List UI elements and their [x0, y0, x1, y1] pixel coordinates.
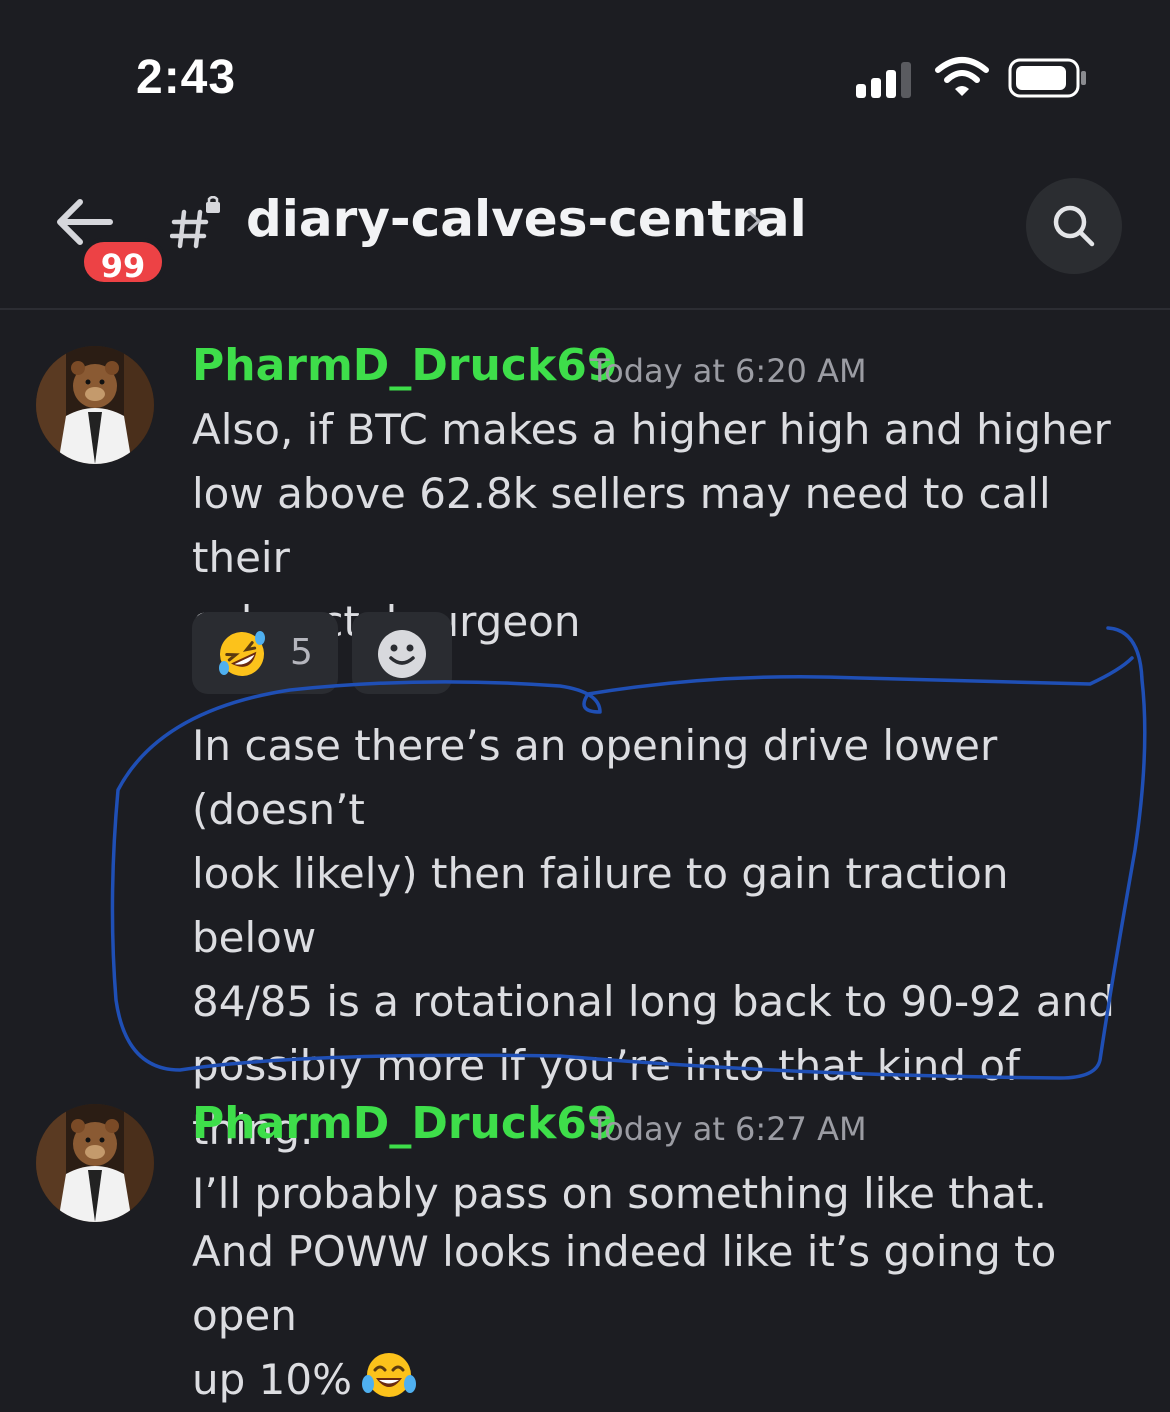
search-button[interactable] [1026, 178, 1122, 274]
cellular-signal-icon [856, 58, 916, 98]
status-bar: 2:43 [0, 0, 1170, 150]
message-timestamp: Today at 6:20 AM [590, 352, 867, 390]
message-text: In case there’s an opening drive lower (… [192, 721, 1115, 1218]
search-icon [1053, 205, 1095, 247]
message-text: And POWW looks indeed like it’s going to… [192, 1156, 1142, 1412]
status-time: 2:43 [136, 51, 237, 104]
message-timestamp: Today at 6:27 AM [590, 1110, 867, 1148]
wifi-icon [935, 57, 989, 96]
message-username[interactable]: PharmD_Druck69 [192, 1098, 617, 1149]
chevron-right-icon[interactable] [744, 206, 764, 236]
channel-header: 99 diary-calves-central [0, 150, 1170, 310]
add-reaction-button[interactable] [352, 612, 452, 694]
message-text-body: And POWW looks indeed like it’s going to… [192, 1227, 1057, 1404]
unread-count-badge: 99 [80, 238, 166, 286]
rolling-on-floor-laughing-emoji [219, 631, 265, 676]
joy-emoji [361, 1353, 416, 1397]
message-username[interactable]: PharmD_Druck69 [192, 340, 617, 391]
avatar[interactable] [36, 1104, 154, 1222]
bear-doctor-avatar [36, 346, 154, 464]
message-text: Also, if BTC makes a higher high and hig… [192, 405, 1111, 646]
battery-icon [1008, 58, 1086, 98]
add-reaction-smiley-icon [378, 630, 426, 678]
locked-hashtag-icon [170, 196, 220, 249]
channel-name[interactable]: diary-calves-central [246, 190, 807, 248]
bear-doctor-avatar [36, 1104, 154, 1222]
reaction-rolling-laugh[interactable]: 5 [192, 612, 338, 694]
avatar[interactable] [36, 346, 154, 464]
reaction-count: 5 [290, 632, 313, 673]
